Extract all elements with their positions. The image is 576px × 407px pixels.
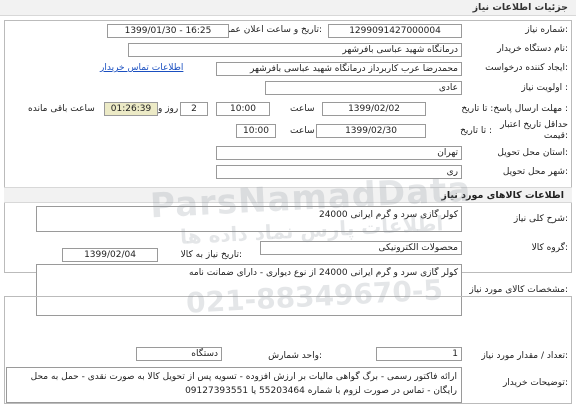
- group-field: محصولات الکترونیکی: [260, 241, 462, 255]
- validity-date-field: 1399/02/30: [316, 124, 426, 138]
- validity-prefix: تا تاریخ :: [460, 126, 492, 136]
- group-label: گروه کالا:: [531, 243, 568, 253]
- announce-label: تاریخ و ساعت اعلان عمومی:: [213, 25, 322, 35]
- qty-label: تعداد / مقدار مورد نیاز:: [481, 351, 568, 361]
- goods-section-title: اطلاعات کالاهای مورد نیاز: [441, 190, 564, 201]
- unit-field: دستگاه: [136, 347, 222, 361]
- validity-time-field: 10:00: [236, 124, 276, 138]
- summary-label: شرح کلی نیاز:: [513, 214, 568, 224]
- priority-field: عادی: [265, 81, 462, 95]
- city-label: شهر محل تحویل:: [502, 167, 568, 177]
- buyer-label: نام دستگاه خریدار:: [497, 44, 568, 54]
- spec-label: مشخصات کالای مورد نیاز:: [469, 285, 568, 295]
- notes-field: ارائه فاکتور رسمی - برگ گواهی مالیات بر …: [6, 367, 462, 403]
- need-number-label: شماره نیاز:: [525, 25, 568, 35]
- deadline-date-field: 1399/02/02: [322, 102, 426, 116]
- unit-label: واحد شمارش:: [268, 351, 322, 361]
- deadline-time-field: 10:00: [216, 102, 270, 116]
- need-date-field: 1399/02/04: [62, 248, 158, 262]
- announce-field: 1399/01/30 - 16:25: [107, 24, 229, 38]
- province-label: استان محل تحویل:: [497, 148, 568, 158]
- remaining-time-label: ساعت باقی مانده: [28, 104, 95, 114]
- buyer-field: درمانگاه شهید عباسی بافرشهر: [128, 43, 462, 57]
- buyer-contact-link[interactable]: اطلاعات تماس خریدار: [100, 63, 183, 73]
- days-remaining-field: 2: [180, 102, 208, 116]
- summary-field: کولر گازی سرد و گرم ایرانی 24000: [36, 206, 462, 232]
- remaining-time-field: 01:26:39: [104, 102, 158, 116]
- validity-time-label: ساعت: [290, 126, 315, 136]
- need-number-field: 1299091427000004: [328, 24, 462, 38]
- validity-label: حداقل تاریخ اعتبار: [500, 120, 568, 130]
- page-title: جزئیات اطلاعات نیاز: [472, 2, 568, 13]
- deadline-label: مهلت ارسال پاسخ: تا تاریخ :: [461, 104, 568, 114]
- creator-field: محمدرضا عرب کاربرداز درمانگاه شهید عباسی…: [216, 62, 462, 76]
- priority-label: اولویت نیاز :: [521, 83, 568, 93]
- need-date-label: تاریخ نیاز به کالا:: [180, 250, 242, 260]
- creator-label: ایجاد کننده درخواست:: [485, 63, 568, 73]
- goods-section-header: اطلاعات کالاهای مورد نیاز: [4, 187, 572, 203]
- province-field: تهران: [216, 146, 462, 160]
- days-label: روز و: [158, 104, 179, 114]
- page-header: جزئیات اطلاعات نیاز: [0, 0, 576, 16]
- deadline-time-label: ساعت: [290, 104, 315, 114]
- city-field: ری: [216, 165, 462, 179]
- notes-label: توضیحات خریدار:: [502, 378, 568, 388]
- qty-field: 1: [376, 347, 462, 361]
- validity-label-2: قیمت:: [543, 131, 568, 141]
